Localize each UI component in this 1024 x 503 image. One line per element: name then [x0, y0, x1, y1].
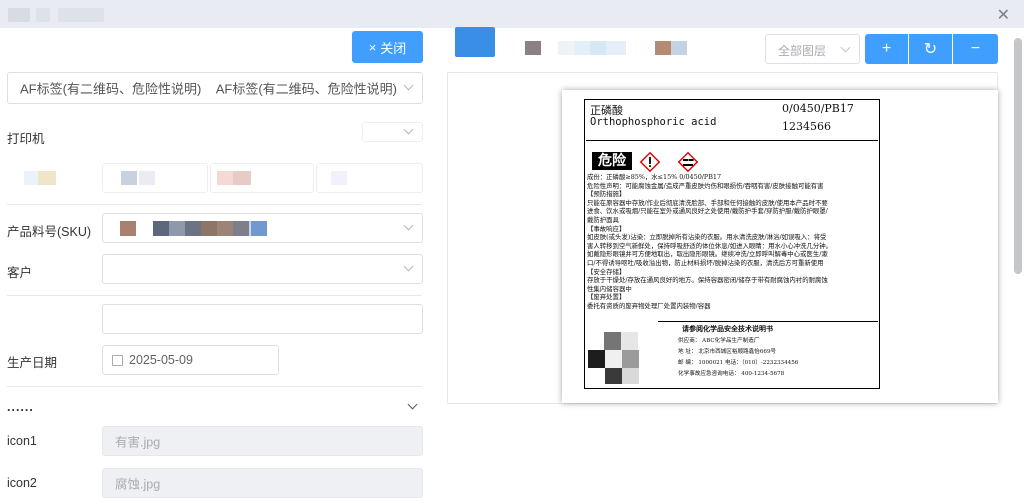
label-template-select[interactable]: AF标签(有二维码、危险性说明) AF标签(有二维码、危险性说明)	[7, 72, 423, 104]
icon1-label: icon1	[7, 434, 37, 448]
divider	[7, 295, 422, 296]
zoom-out-button[interactable]: −	[953, 34, 998, 64]
blurred-content	[121, 171, 137, 185]
blurred-content	[201, 221, 217, 236]
layer-select[interactable]: 全部图层	[765, 34, 860, 64]
hazard-statement-line: 危险性声明：可能腐蚀金属/造成严重皮肤灼伤和眼损伤/吞咽有害/皮肤接触可能有害	[587, 181, 824, 190]
sds-title: 请参阅化学品安全技术说明书	[682, 324, 773, 333]
chevron-down-icon	[403, 80, 414, 91]
danger-signal-word: 危险	[592, 152, 632, 170]
icon2-label: icon2	[7, 476, 37, 490]
product-name-en: Orthophosphoric acid	[590, 116, 717, 128]
corrosion-hazard-icon	[678, 152, 698, 172]
blurred-content	[169, 221, 185, 236]
hazard-statement-line: 【事故响应】	[587, 224, 626, 233]
supplier-info-line: 化学事故应急咨询电话： 400-1234-5678	[678, 371, 785, 377]
production-date-label: 生产日期	[7, 356, 58, 370]
blurred-content	[120, 221, 136, 236]
hazard-statement-line: 进食、饮水或吸烟/只能在室外或通风良好之处使用/戴防护手套/穿防护服/戴防护眼罩…	[587, 207, 828, 216]
supplier-info-line: 地 址： 北京市西城区裕顺路鑫怡669号	[678, 349, 777, 355]
divider	[7, 386, 422, 387]
blurred-content	[38, 171, 56, 185]
title-blur	[8, 8, 30, 22]
zoom-in-button[interactable]: +	[865, 34, 908, 64]
chevron-down-icon	[403, 124, 414, 135]
chevron-down-icon	[403, 220, 414, 231]
close-icon: ×	[368, 39, 377, 55]
hazard-statement-line: 委托有资质的废弃物处理厂处置内装物/容器	[587, 302, 711, 310]
customer-label: 客户	[7, 266, 33, 280]
title-blur	[58, 8, 104, 22]
label-form-panel: × 关闭 AF标签(有二维码、危险性说明) AF标签(有二维码、危险性说明) 打…	[0, 28, 430, 503]
window-title-bar: ✕	[0, 0, 1024, 28]
chevron-down-icon[interactable]	[407, 399, 418, 410]
chevron-down-icon	[840, 42, 851, 53]
blurred-content	[251, 221, 267, 236]
production-date-picker[interactable]: 2025-05-09	[102, 345, 279, 375]
blurred-content	[671, 41, 687, 55]
hazard-statement-line: 【安全存储】	[587, 267, 626, 276]
printer-label: 打印机	[7, 132, 45, 146]
blurred-content	[606, 41, 626, 55]
label-preview-document[interactable]: 正磷酸 0/0450/PB17 Orthophosphoric acid 123…	[562, 90, 998, 403]
printer-option-2[interactable]	[210, 163, 314, 193]
blurred-content	[590, 41, 606, 55]
close-button-label: 关闭	[380, 40, 407, 56]
supplier-info-line: 邮 编： 1000021 电话：（010）-2232334456	[678, 360, 799, 366]
customer-select[interactable]	[102, 254, 423, 284]
icon2-value: 腐蚀.jpg	[115, 477, 161, 492]
blurred-content	[233, 171, 251, 185]
batch-number: 1234566	[782, 120, 831, 133]
blurred-content	[558, 41, 574, 55]
blurred-content	[574, 41, 590, 55]
hazard-statement-line: 如皮肤(或头发)沾染：立即脱掉所有沾染的衣服。用水清洗皮肤/淋浴/如误吸入：将受	[587, 233, 827, 242]
title-blur	[36, 8, 50, 22]
blurred-content	[139, 171, 155, 185]
blurred-content	[185, 221, 201, 236]
refresh-button[interactable]: ↻	[909, 34, 952, 64]
hazard-statement-line: 【预防措施】	[587, 190, 626, 199]
blurred-content	[331, 171, 347, 185]
hazard-statement-line: 【废弃处置】	[587, 293, 626, 302]
blurred-content	[217, 221, 233, 236]
hazard-statement-line: 口/不得诱导呕吐/吸收溢出物，防止材料损坏/脱掉沾染的衣服，清洗后方可重新使用	[587, 259, 824, 267]
blurred-content	[233, 221, 249, 236]
calendar-icon	[112, 355, 123, 366]
close-button[interactable]: × 关闭	[352, 31, 423, 63]
printer-option-3[interactable]	[316, 163, 423, 193]
production-date-value: 2025-05-09	[129, 353, 193, 367]
safety-data-sheet-box: 请参阅化学品安全技术说明书 供应商： ABC化学品生产制造厂地 址： 北京市西城…	[658, 321, 878, 389]
blurred-content	[24, 171, 38, 185]
extra-input[interactable]	[102, 304, 423, 334]
supplier-info-line: 供应商： ABC化学品生产制造厂	[678, 338, 760, 344]
qr-code	[586, 328, 654, 386]
toolbar-blurred-block	[455, 27, 495, 57]
label-template-value: AF标签(有二维码、危险性说明) AF标签(有二维码、危险性说明)	[20, 81, 397, 97]
collapse-section-title: ......	[7, 400, 34, 414]
header-divider	[586, 140, 878, 141]
printer-select[interactable]	[362, 122, 423, 142]
zoom-button-group: + ↻ −	[865, 34, 998, 64]
blurred-content	[525, 41, 541, 55]
blurred-content	[655, 41, 671, 55]
exclamation-hazard-icon	[640, 152, 660, 172]
chevron-down-icon	[403, 261, 414, 272]
product-code: 0/0450/PB17	[782, 102, 854, 115]
printer-option-1[interactable]	[102, 163, 208, 193]
hazard-statement-line: 存放于干燥处/存放在通风良好的地方。保持容器密闭/储存于带有耐腐蚀内衬的耐腐蚀	[587, 276, 828, 285]
hazard-statement-line: 成份：正磷酸≥85%，水≤15% 0/0450/PB17	[587, 173, 722, 181]
hazard-statement-line: 如戴隐形眼镜并可方便地取出，取出隐形眼镜。继续冲洗/立即呼叫解毒中心或医生/漱	[587, 250, 828, 259]
close-icon[interactable]: ✕	[997, 5, 1010, 25]
sku-select[interactable]	[102, 213, 423, 243]
icon1-value: 有害.jpg	[115, 435, 161, 450]
vertical-scrollbar[interactable]	[1014, 38, 1022, 274]
icon2-input: 腐蚀.jpg	[102, 468, 423, 498]
hazard-statement-line: 戴防护面具	[587, 216, 619, 224]
blurred-content	[217, 171, 233, 185]
icon1-input: 有害.jpg	[102, 426, 423, 456]
sku-label: 产品料号(SKU)	[7, 225, 92, 239]
divider	[7, 204, 422, 205]
blurred-content	[153, 221, 169, 236]
layer-select-value: 全部图层	[778, 44, 827, 58]
